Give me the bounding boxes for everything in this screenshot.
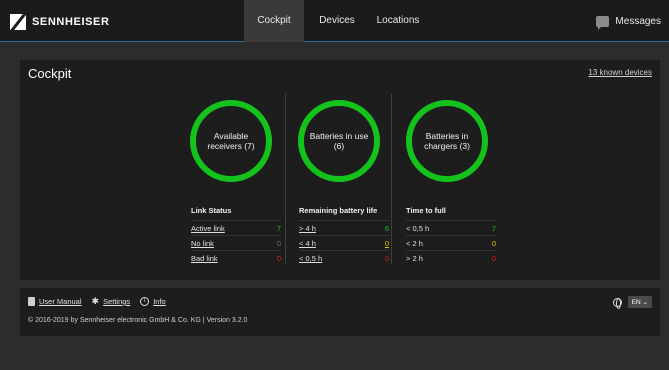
info-icon: i [140,297,150,306]
list-item: < 0,5 h 0 [299,250,389,265]
copyright-text: © 2016-2019 by Sennheiser electronic Gmb… [28,317,248,324]
gauge-label: Batteries in chargers (3) [424,131,470,151]
known-devices-link[interactable]: 13 known devices [588,68,652,77]
time-to-full-heading: Time to full [406,206,446,215]
gear-icon: ✱ [91,296,100,306]
list-item: < 2 h 0 [406,235,496,250]
info-link[interactable]: i Info [140,297,166,306]
list-item: Active link 7 [191,220,281,235]
user-manual-label: User Manual [39,297,82,306]
message-icon [596,15,610,30]
language-dropdown[interactable]: EN ⌄ [627,296,652,308]
cockpit-panel: Cockpit 13 known devices Available recei… [20,60,660,280]
top-nav-bar: SENNHEISER Cockpit Devices Locations Mes… [0,0,669,42]
settings-label: Settings [103,297,131,306]
no-link-link[interactable]: No link [191,239,214,248]
full-under-half-hour-label: < 0,5 h [406,223,430,233]
active-link-count: 7 [276,223,281,233]
brand-name: SENNHEISER [32,16,110,28]
tab-devices[interactable]: Devices [310,0,364,42]
footer-panel: User Manual ✱ Settings i Info © 2016-201… [20,288,660,336]
battery-under-4h-link[interactable]: < 4 h [299,239,316,248]
no-link-count: 0 [276,238,281,248]
full-over-2h-count: 0 [491,253,496,263]
time-to-full-column: Time to full < 0,5 h 7 < 2 h 0 > 2 h 0 [406,206,496,265]
link-status-heading: Link Status [191,206,232,215]
tab-cockpit[interactable]: Cockpit [244,0,304,42]
tab-locations[interactable]: Locations [366,0,430,42]
column-divider [285,94,286,264]
list-item: < 4 h 0 [299,235,389,250]
full-under-half-hour-count: 7 [491,223,496,233]
book-icon [28,297,35,306]
full-over-2h-label: > 2 h [406,253,423,263]
user-manual-link[interactable]: User Manual [28,297,82,306]
footer-links: User Manual ✱ Settings i Info [28,297,166,306]
full-under-2h-label: < 2 h [406,238,423,248]
full-under-2h-count: 0 [491,238,496,248]
list-item: No link 0 [191,235,281,250]
gauge-label: Batteries in use (6) [309,131,369,151]
list-item: < 0,5 h 7 [406,220,496,235]
column-divider [391,94,392,264]
list-item: > 2 h 0 [406,250,496,265]
active-link-link[interactable]: Active link [191,224,225,233]
battery-life-column: Remaining battery life > 4 h 6 < 4 h 0 <… [299,206,389,265]
info-label: Info [153,297,166,306]
sennheiser-logo[interactable]: SENNHEISER [10,14,110,30]
battery-over-4h-link[interactable]: > 4 h [299,224,316,233]
battery-under-4h-count[interactable]: 0 [385,239,389,248]
batteries-in-chargers-gauge[interactable]: Batteries in chargers (3) [406,100,488,182]
battery-under-half-hour-link[interactable]: < 0,5 h [299,254,322,263]
globe-icon [612,297,622,309]
page-title: Cockpit [28,66,72,81]
battery-life-heading: Remaining battery life [299,206,378,215]
list-item: > 4 h 6 [299,220,389,235]
list-item: Bad link 0 [191,250,281,265]
language-selector: EN ⌄ [612,296,652,309]
battery-under-half-hour-count: 0 [384,253,389,263]
gauge-label: Available receivers (7) [207,131,255,151]
link-status-column: Link Status Active link 7 No link 0 Bad … [191,206,281,265]
messages-button[interactable]: Messages [596,0,661,42]
messages-label: Messages [615,15,661,27]
available-receivers-gauge[interactable]: Available receivers (7) [190,100,272,182]
batteries-in-use-gauge[interactable]: Batteries in use (6) [298,100,380,182]
battery-over-4h-count: 6 [384,223,389,233]
bad-link-count: 0 [276,253,281,263]
sennheiser-logo-icon [10,14,26,30]
settings-link[interactable]: ✱ Settings [91,296,131,307]
bad-link-link[interactable]: Bad link [191,254,218,263]
